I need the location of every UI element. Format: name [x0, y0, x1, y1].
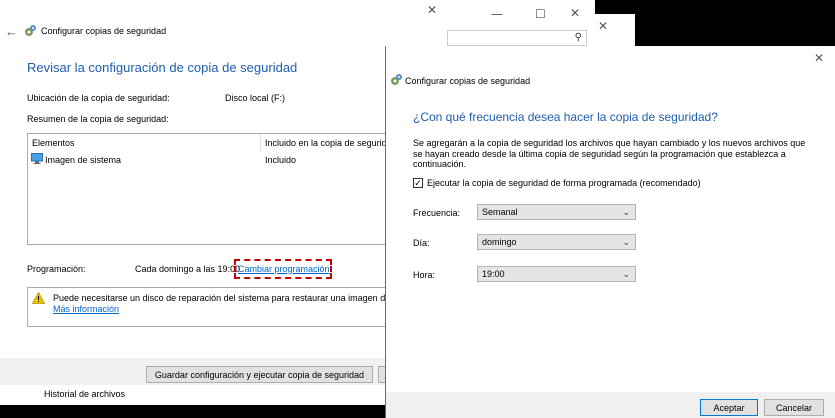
file-history-link[interactable]: Historial de archivos	[44, 389, 125, 399]
close-icon[interactable]: ✕	[814, 52, 824, 64]
address-bar[interactable]: ⚲	[447, 30, 587, 46]
maximize-icon[interactable]: ☐	[535, 8, 546, 20]
dialog-heading: ¿Con qué frecuencia desea hacer la copia…	[413, 110, 718, 124]
frequency-value: Semanal	[482, 207, 518, 217]
monitor-icon	[31, 153, 43, 166]
schedule-checkbox[interactable]: ✓ Ejecutar la copia de seguridad de form…	[413, 178, 813, 190]
minimize-icon[interactable]: —	[491, 8, 503, 20]
day-select[interactable]: domingo ⌄	[477, 234, 636, 250]
table-row[interactable]: Imagen de sistema Incluido	[28, 152, 386, 167]
backup-gear-icon	[24, 24, 37, 39]
chevron-down-icon: ⌄	[622, 237, 630, 247]
more-info-link[interactable]: Más información	[53, 304, 119, 314]
day-label: Día:	[413, 238, 430, 248]
warning-box: Puede necesitarse un disco de reparación…	[27, 287, 411, 327]
backup-review-window: ✕ ← Configurar copias de seguridad Revis…	[0, 0, 445, 418]
summary-label: Resumen de la copia de seguridad:	[27, 114, 169, 124]
checkbox-label: Ejecutar la copia de seguridad de forma …	[427, 178, 701, 188]
frequency-label: Frecuencia:	[413, 208, 461, 218]
ok-button[interactable]: Aceptar	[700, 399, 758, 416]
column-header-incluido[interactable]: Incluido en la copia de segurid	[265, 138, 386, 148]
time-label: Hora:	[413, 270, 436, 280]
warning-text: Puede necesitarse un disco de reparación…	[53, 293, 412, 303]
table-header: Elementos Incluido en la copia de seguri…	[28, 134, 386, 151]
chevron-down-icon: ⌄	[622, 269, 630, 279]
dialog-title: Configurar copias de seguridad	[405, 76, 531, 86]
window-title: Configurar copias de seguridad	[41, 26, 167, 36]
schedule-value: Cada domingo a las 19:00	[135, 264, 241, 274]
column-divider	[260, 134, 261, 151]
close-icon[interactable]: ✕	[570, 7, 580, 19]
search-icon[interactable]: ⚲	[575, 32, 582, 43]
day-value: domingo	[482, 237, 517, 247]
summary-table: Elementos Incluido en la copia de seguri…	[27, 133, 387, 245]
row-included: Incluido	[265, 155, 297, 165]
column-header-elementos[interactable]: Elementos	[32, 138, 75, 148]
location-label: Ubicación de la copia de seguridad:	[27, 93, 170, 103]
warning-icon	[31, 291, 46, 306]
page-title: Revisar la configuración de copia de seg…	[27, 60, 298, 75]
backup-frequency-dialog: ✕ Configurar copias de seguridad ¿Con qu…	[385, 46, 835, 418]
frequency-select[interactable]: Semanal ⌄	[477, 204, 636, 220]
time-value: 19:00	[482, 269, 505, 279]
back-arrow-icon[interactable]: ←	[5, 24, 18, 39]
dialog-footer: Guardar configuración y ejecutar copia d…	[0, 358, 445, 388]
close-icon[interactable]: ✕	[598, 20, 608, 32]
backup-gear-icon	[390, 73, 403, 88]
background-window-2: ✕	[595, 14, 635, 46]
time-select[interactable]: 19:00 ⌄	[477, 266, 636, 282]
dialog-description: Se agregarán a la copia de seguridad los…	[413, 138, 806, 169]
dialog-footer: Aceptar Cancelar	[386, 392, 835, 418]
change-schedule-link[interactable]: Cambiar programación	[238, 264, 330, 274]
row-item: Imagen de sistema	[45, 155, 122, 165]
cancel-button[interactable]: Cancelar	[764, 399, 824, 416]
checkbox-icon[interactable]: ✓	[413, 178, 423, 188]
background-window-1: — ☐ ✕ ⚲	[445, 0, 595, 46]
close-icon[interactable]: ✕	[427, 4, 437, 16]
schedule-label: Programación:	[27, 264, 86, 274]
location-value: Disco local (F:)	[225, 93, 286, 103]
save-and-run-button[interactable]: Guardar configuración y ejecutar copia d…	[146, 366, 373, 383]
chevron-down-icon: ⌄	[622, 207, 630, 217]
